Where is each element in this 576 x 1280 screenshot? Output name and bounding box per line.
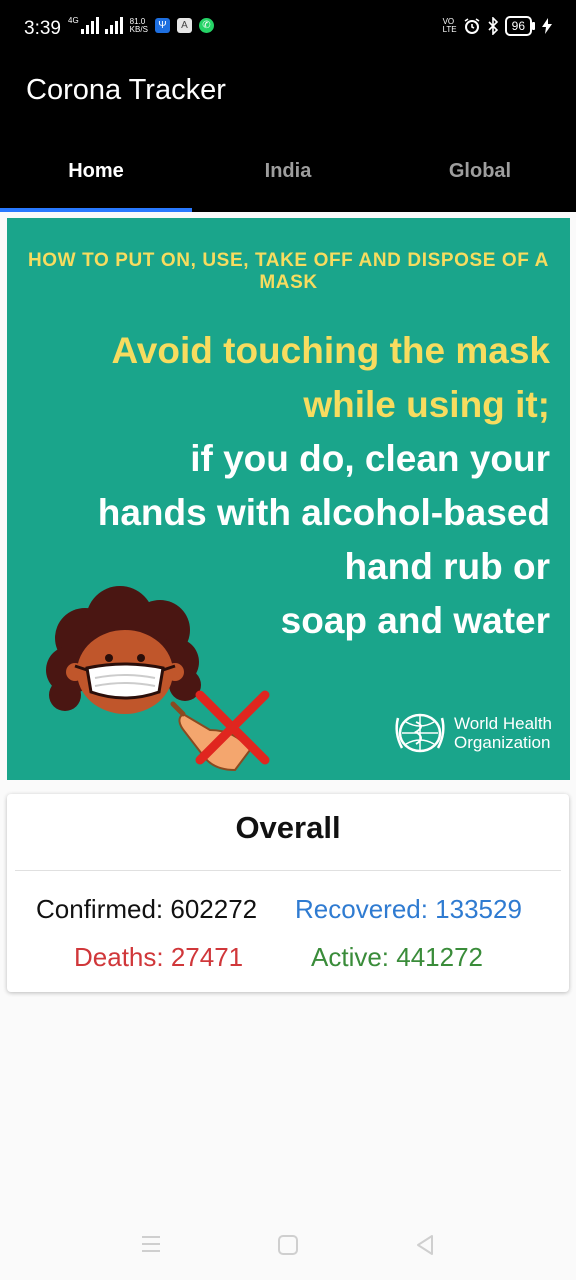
tab-home[interactable]: Home bbox=[0, 144, 192, 212]
volte-icon: VO LTE bbox=[443, 18, 457, 34]
network-type-label: 4G bbox=[68, 16, 79, 25]
who-name-line-1: World Health bbox=[454, 714, 552, 733]
signal-icon: 4G bbox=[68, 17, 123, 34]
battery-icon: 96 bbox=[504, 16, 536, 36]
charging-icon bbox=[542, 18, 552, 34]
status-time: 3:39 bbox=[24, 18, 61, 39]
status-right-icons: VO LTE 96 bbox=[443, 16, 552, 36]
deaths-count: Deaths: 27471 bbox=[74, 942, 244, 972]
who-name-line-2: Organization bbox=[454, 733, 551, 752]
banner-line-1: Avoid touching the mask bbox=[111, 330, 550, 371]
who-emblem-icon bbox=[395, 713, 445, 753]
usb-icon: Ψ bbox=[154, 18, 170, 33]
back-icon[interactable] bbox=[414, 1234, 436, 1256]
mask-advice-banner: HOW TO PUT ON, USE, TAKE OFF AND DISPOSE… bbox=[7, 218, 570, 780]
app-title: Corona Tracker bbox=[26, 74, 226, 106]
alarm-icon bbox=[464, 18, 480, 34]
tab-india[interactable]: India bbox=[192, 144, 384, 212]
speed-unit: KB/S bbox=[129, 24, 148, 34]
whatsapp-icon: ✆ bbox=[198, 18, 214, 33]
who-logo: World Health Organization bbox=[392, 708, 552, 758]
network-speed: 81.0 KB/S bbox=[129, 17, 148, 34]
home-icon[interactable] bbox=[277, 1234, 299, 1256]
app-icon: A bbox=[176, 18, 192, 33]
card-title: Overall bbox=[235, 810, 341, 845]
volte-bottom: LTE bbox=[442, 25, 457, 34]
confirmed-count: Confirmed: 602272 bbox=[36, 894, 258, 924]
overall-stats-card: Overall Confirmed: 602272 Recovered: 133… bbox=[7, 794, 569, 992]
tab-bar: Home India Global bbox=[0, 144, 576, 212]
bluetooth-icon bbox=[488, 17, 498, 35]
app-bar: Corona Tracker Home India Global bbox=[0, 58, 576, 212]
banner-heading: HOW TO PUT ON, USE, TAKE OFF AND DISPOSE… bbox=[27, 250, 550, 293]
active-count: Active: 441272 bbox=[311, 942, 484, 972]
banner-line-3: if you do, clean your bbox=[190, 438, 550, 479]
recovered-count: Recovered: 133529 bbox=[295, 894, 522, 924]
status-bar: 3:39 4G 81.0 KB/S Ψ A ✆ VO LTE 96 bbox=[0, 0, 576, 58]
system-nav-bar bbox=[0, 1210, 576, 1280]
menu-icon[interactable] bbox=[140, 1234, 162, 1254]
tab-global[interactable]: Global bbox=[384, 144, 576, 212]
banner-line-2: while using it; bbox=[303, 384, 550, 425]
status-left-icons: 4G 81.0 KB/S Ψ A ✆ bbox=[68, 17, 214, 34]
masked-person-illustration bbox=[46, 586, 270, 772]
card-divider bbox=[15, 870, 561, 871]
banner-line-4: hands with alcohol-based bbox=[97, 492, 550, 533]
